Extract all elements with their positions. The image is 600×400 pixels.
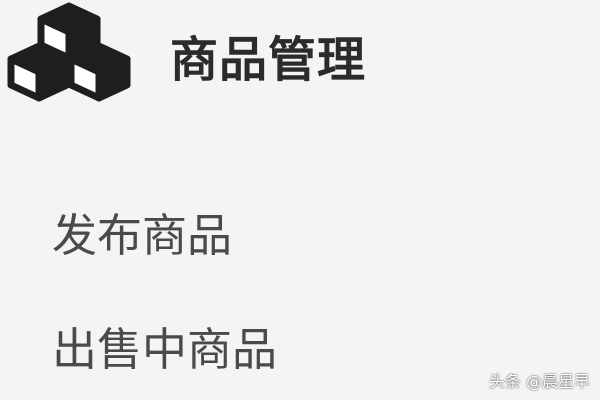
cubes-icon xyxy=(7,2,131,102)
side-menu: 商品管理 发布商品 出售中商品 xyxy=(0,0,600,400)
section-title: 商品管理 xyxy=(170,32,367,88)
section-header-product-management[interactable]: 商品管理 xyxy=(0,0,420,115)
menu-item-products-on-sale[interactable]: 出售中商品 xyxy=(52,320,277,380)
watermark: 头条 @晨星早 xyxy=(488,372,590,391)
menu-item-publish-product[interactable]: 发布商品 xyxy=(52,206,232,266)
